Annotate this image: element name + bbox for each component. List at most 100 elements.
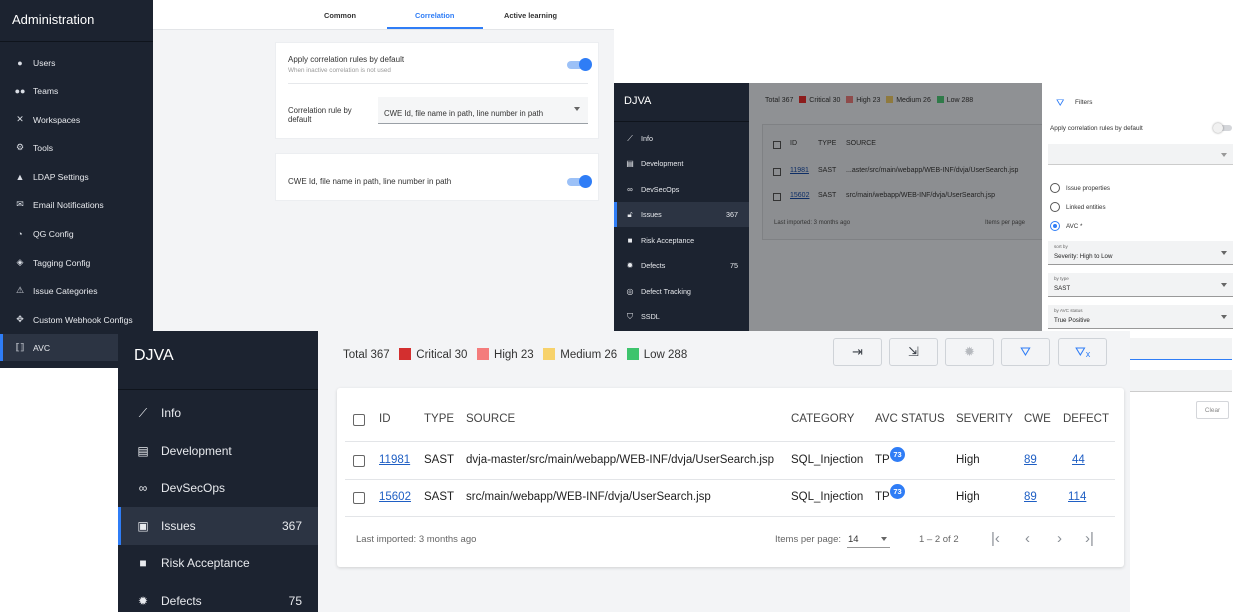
front-menu-info[interactable]: ⟋ Info xyxy=(118,394,318,432)
select-all-checkbox[interactable] xyxy=(353,414,365,426)
import-button[interactable]: ⇥ xyxy=(833,338,882,366)
mid-menu-issues[interactable]: 🔓︎ Issues 367 xyxy=(614,202,749,227)
mid-menu-ssdl[interactable]: ⛉ SSDL xyxy=(614,304,749,329)
mid-menu-label: Info xyxy=(641,134,653,143)
correlation-rule-label: Correlation rule by default xyxy=(288,106,352,124)
front-menu-risk-acceptance[interactable]: ■ Risk Acceptance xyxy=(118,544,318,582)
issue-type: SAST xyxy=(424,454,455,466)
apply-correlation-toggle[interactable] xyxy=(567,58,592,71)
front-menu-devsecops[interactable]: ∞ DevSecOps xyxy=(118,469,318,507)
cwe-link[interactable]: 89 xyxy=(1024,454,1037,466)
first-page-icon[interactable]: |‹ xyxy=(991,530,1000,547)
prev-page-icon[interactable]: ‹ xyxy=(1025,530,1030,547)
last-imported: Last imported: 3 months ago xyxy=(774,220,851,226)
admin-menu-users[interactable]: ● Users xyxy=(0,49,153,76)
front-menu-label: Defects xyxy=(161,594,202,608)
admin-menu-tools[interactable]: ⚙ Tools xyxy=(0,134,153,161)
radio-issue-properties[interactable] xyxy=(1050,183,1060,193)
ldap-icon: ▲ xyxy=(15,171,25,182)
row-checkbox[interactable] xyxy=(353,455,365,467)
tab-active-learning[interactable]: Active learning xyxy=(504,11,557,20)
radio-linked-entities[interactable] xyxy=(1050,202,1060,212)
clear-filter-button[interactable]: ⛛ₓ xyxy=(1058,338,1107,366)
filters-apply-label: Apply correlation rules by default xyxy=(1050,125,1143,132)
cwe-rule-label: CWE Id, file name in path, line number i… xyxy=(288,177,452,186)
toggle-knob xyxy=(579,58,592,71)
filters-text-field[interactable] xyxy=(1130,370,1232,392)
mid-menu-risk-acceptance[interactable]: ■ Risk Acceptance xyxy=(614,228,749,253)
issue-id-link[interactable]: 15602 xyxy=(379,491,411,503)
sort-by-select[interactable]: sort by Severity: High to Low xyxy=(1048,241,1233,265)
filters-apply-toggle[interactable] xyxy=(1213,123,1232,133)
front-menu-development[interactable]: ▤ Development xyxy=(118,432,318,470)
filter-button[interactable]: ⛛ xyxy=(1001,338,1050,366)
admin-menu-issue-categories[interactable]: ⚠ Issue Categories xyxy=(0,277,153,304)
row-checkbox[interactable] xyxy=(773,193,781,201)
filters-empty-select[interactable] xyxy=(1048,144,1233,165)
filters-text-field[interactable] xyxy=(1130,338,1232,360)
tab-correlation[interactable]: Correlation xyxy=(415,11,454,20)
mid-summary: Total 367 Critical 30 High 23 Medium 26 … xyxy=(765,96,973,104)
export-button[interactable]: ⇲ xyxy=(889,338,938,366)
next-page-icon[interactable]: › xyxy=(1057,530,1062,547)
select-all-checkbox[interactable] xyxy=(773,141,781,149)
high-count: High 23 xyxy=(494,349,534,361)
clear-button[interactable]: Clear xyxy=(1196,401,1229,419)
divider xyxy=(345,479,1115,480)
front-menu-label: Development xyxy=(161,444,232,458)
by-type-value: SAST xyxy=(1054,285,1071,292)
issue-id-link[interactable]: 15602 xyxy=(790,192,809,199)
admin-menu-ldap[interactable]: ▲ LDAP Settings xyxy=(0,163,153,190)
admin-menu-label: LDAP Settings xyxy=(33,171,89,182)
apply-correlation-title: Apply correlation rules by default xyxy=(288,55,405,64)
items-per-page-select[interactable]: 14 xyxy=(847,528,890,548)
items-per-page-value: 14 xyxy=(848,534,859,545)
chevron-down-icon xyxy=(1221,283,1227,287)
admin-menu-teams[interactable]: ●● Teams xyxy=(0,77,153,104)
col-category: CATEGORY xyxy=(791,413,855,425)
col-id: ID xyxy=(790,140,797,147)
tab-common[interactable]: Common xyxy=(324,11,356,20)
last-page-icon[interactable]: ›| xyxy=(1085,530,1094,547)
defect-link[interactable]: 44 xyxy=(1072,454,1085,466)
defect-link[interactable]: 114 xyxy=(1068,491,1086,503)
admin-menu-workspaces[interactable]: ✕ Workspaces xyxy=(0,106,153,133)
row-checkbox[interactable] xyxy=(773,168,781,176)
cwe-link[interactable]: 89 xyxy=(1024,491,1037,503)
avc-status: TP xyxy=(875,454,890,466)
mid-menu-defects[interactable]: ✹ Defects 75 xyxy=(614,253,749,278)
mid-menu-devsecops[interactable]: ∞ DevSecOps xyxy=(614,177,749,202)
radio-issue-properties-label: Issue properties xyxy=(1066,185,1111,192)
cwe-rule-card: CWE Id, file name in path, line number i… xyxy=(275,153,599,201)
by-type-select[interactable]: by type SAST xyxy=(1048,273,1233,297)
low-count: Low 288 xyxy=(946,97,974,104)
correlation-rule-select[interactable]: CWE Id, file name in path, line number i… xyxy=(378,97,588,124)
col-cwe: CWE xyxy=(1024,413,1051,425)
mid-menu-info[interactable]: ⟋ Info xyxy=(614,126,749,151)
admin-menu-webhooks[interactable]: ✥ Custom Webhook Configs xyxy=(0,306,153,333)
radio-avc[interactable] xyxy=(1050,221,1060,231)
admin-title: Administration xyxy=(12,12,95,27)
low-count: Low 288 xyxy=(643,349,688,361)
mid-menu-defect-tracking[interactable]: ◎ Defect Tracking xyxy=(614,279,749,304)
by-avc-status-select[interactable]: by AVC status True Positive xyxy=(1048,305,1233,329)
admin-menu-qg[interactable]: ◔ QG Config xyxy=(0,220,153,247)
admin-menu-email[interactable]: ✉ Email Notifications xyxy=(0,191,153,218)
group-icon: ●● xyxy=(14,85,26,96)
issue-id-link[interactable]: 11981 xyxy=(379,454,410,466)
toggle-knob xyxy=(1213,123,1223,133)
front-menu-defects[interactable]: ✹ Defects 75 xyxy=(118,582,318,612)
issue-id-link[interactable]: 11981 xyxy=(790,167,809,174)
items-per-page-label: Items per page xyxy=(985,220,1026,226)
bug-button[interactable]: ✹ xyxy=(945,338,994,366)
mid-menu-development[interactable]: ▤ Development xyxy=(614,151,749,176)
by-avc-status-label: by AVC status xyxy=(1054,308,1083,313)
radio-avc-label: AVC * xyxy=(1066,223,1083,230)
cwe-rule-toggle[interactable] xyxy=(567,175,592,188)
severity-summary: Total 367 Critical 30 High 23 Medium 26 … xyxy=(343,348,687,361)
admin-menu-tagging[interactable]: ◈ Tagging Config xyxy=(0,249,153,276)
row-checkbox[interactable] xyxy=(353,492,365,504)
filter-clear-icon: ⛛ₓ xyxy=(1074,344,1091,359)
export-icon: ⇲ xyxy=(908,344,919,359)
front-menu-issues[interactable]: ▣ Issues 367 xyxy=(118,507,318,545)
